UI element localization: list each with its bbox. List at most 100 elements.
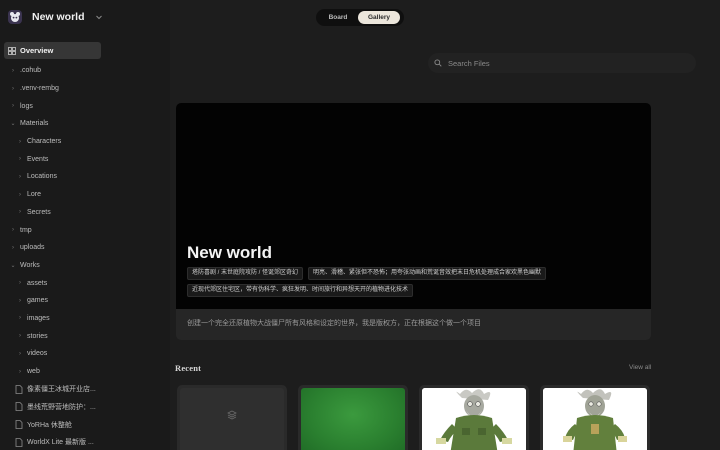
project-tag: 塔防喜剧 / 末世庭院攻防 / 怪诞郊区奇幻 [187, 267, 304, 280]
overview-icon [8, 46, 16, 55]
chevron-right-icon[interactable]: › [9, 68, 17, 74]
chevron-right-icon[interactable]: › [9, 245, 17, 251]
sidebar-item-label: Works [20, 261, 40, 269]
sidebar-item-label: Characters [27, 138, 62, 146]
sidebar-folder-item[interactable]: › uploads [0, 239, 170, 257]
card-thumbnail [301, 388, 405, 450]
sidebar-item-label: Overview [20, 46, 54, 55]
chevron-right-icon[interactable]: › [16, 156, 24, 162]
sidebar-folder-item[interactable]: ⌄ Materials [0, 115, 170, 133]
sidebar-item-label: Locations [27, 173, 57, 181]
sidebar-file-item[interactable]: 像素僵王冰城开业店... [0, 380, 170, 398]
stack-icon [227, 410, 237, 419]
sidebar-folder-item[interactable]: › Locations [0, 168, 170, 186]
workspace-switcher[interactable]: New world [8, 8, 103, 26]
sidebar-item-label: games [27, 297, 49, 305]
sidebar-item-label: assets [27, 279, 48, 287]
sidebar-item-label: stories [27, 332, 48, 340]
chevron-down-icon[interactable]: ⌄ [9, 262, 17, 269]
sidebar-item-label: 墨线荒野营地防护：... [27, 403, 96, 411]
document-icon [15, 384, 23, 394]
sidebar-folder-item[interactable]: › tmp [0, 221, 170, 239]
sidebar-item-label: uploads [20, 244, 45, 252]
sidebar-item-label: Materials [20, 120, 49, 128]
card-thumbnail [180, 388, 284, 450]
sidebar-item-overview[interactable]: Overview [4, 42, 101, 59]
project-tags: 塔防喜剧 / 末世庭院攻防 / 怪诞郊区奇幻 明亮、滑稽、紧张但不恐怖；用夸张动… [187, 267, 637, 297]
sidebar-folder-item[interactable]: › Events [0, 150, 170, 168]
sidebar-folder-item[interactable]: › .venv-rembg [0, 80, 170, 98]
sidebar-file-item[interactable]: 墨线荒野营地防护：... [0, 398, 170, 416]
search-bar[interactable] [428, 53, 696, 73]
card-thumbnail [543, 388, 647, 450]
view-toggle: Board Gallery [316, 9, 404, 26]
document-icon [15, 402, 23, 412]
sidebar-folder-item[interactable]: › web [0, 363, 170, 381]
chevron-right-icon[interactable]: › [9, 227, 17, 233]
chevron-down-icon[interactable] [95, 13, 103, 21]
sidebar-folder-item[interactable]: › images [0, 310, 170, 328]
project-tag: 近现代郊区住宅区，带有伪科学、疯狂发明、时间旅行和异想天开的植物进化技术 [187, 284, 414, 297]
chevron-right-icon[interactable]: › [16, 139, 24, 145]
sidebar-folder-item[interactable]: › stories [0, 327, 170, 345]
sidebar-folder-item[interactable]: › .cohub [0, 62, 170, 80]
sidebar-item-label: YoRHa 休整舱 [27, 421, 72, 429]
chevron-right-icon[interactable]: › [9, 86, 17, 92]
card-thumbnail [422, 388, 526, 450]
sidebar-item-label: .venv-rembg [20, 85, 59, 93]
chevron-right-icon[interactable]: › [16, 333, 24, 339]
recent-card[interactable] [298, 385, 408, 450]
sidebar-folder-item[interactable]: › videos [0, 345, 170, 363]
file-tree: › .cohub › .venv-rembg › logs ⌄ Materials › Chara… [0, 62, 170, 450]
recent-heading: Recent [175, 363, 202, 373]
sidebar-file-item[interactable]: WorldX Lite 最新版 ... [0, 433, 170, 450]
sidebar-folder-item[interactable]: › games [0, 292, 170, 310]
sidebar-item-label: .cohub [20, 67, 42, 75]
sidebar-item-label: tmp [20, 226, 32, 234]
sidebar-item-label: Secrets [27, 208, 51, 216]
sidebar-folder-item[interactable]: ⌄ Works [0, 257, 170, 275]
chevron-right-icon[interactable]: › [9, 103, 17, 109]
recent-card[interactable] [540, 385, 650, 450]
chevron-right-icon[interactable]: › [16, 174, 24, 180]
view-all-link[interactable]: View all [629, 364, 651, 371]
sidebar-file-item[interactable]: YoRHa 休整舱 [0, 416, 170, 434]
document-icon [15, 420, 23, 429]
chevron-down-icon[interactable]: ⌄ [9, 120, 17, 127]
chevron-right-icon[interactable]: › [16, 351, 24, 357]
sidebar-item-label: images [27, 314, 50, 322]
workspace-name: New world [32, 11, 85, 23]
sidebar: New world Overview › .cohub › .venv-rembg › l… [0, 0, 170, 450]
zombie-character-image [543, 388, 647, 450]
sidebar-item-label: logs [20, 102, 33, 110]
sidebar-folder-item[interactable]: › Lore [0, 186, 170, 204]
project-hero-card[interactable]: New world 塔防喜剧 / 末世庭院攻防 / 怪诞郊区奇幻 明亮、滑稽、紧… [176, 103, 651, 340]
sidebar-folder-item[interactable]: › Secrets [0, 204, 170, 222]
tab-gallery[interactable]: Gallery [358, 11, 400, 24]
chevron-right-icon[interactable]: › [16, 315, 24, 321]
sidebar-folder-item[interactable]: › assets [0, 274, 170, 292]
sidebar-item-label: web [27, 368, 40, 376]
chevron-right-icon[interactable]: › [16, 369, 24, 375]
project-tag: 明亮、滑稽、紧张但不恐怖；用夸张动画和荒诞音效把末日危机处理成合家欢黑色幽默 [308, 267, 547, 280]
recent-card[interactable] [419, 385, 529, 450]
workspace-logo [8, 10, 22, 24]
sidebar-item-label: Events [27, 155, 49, 163]
sidebar-folder-item[interactable]: › logs [0, 97, 170, 115]
search-input[interactable] [448, 58, 648, 68]
recent-card[interactable] [177, 385, 287, 450]
sidebar-folder-item[interactable]: › Characters [0, 133, 170, 151]
project-description: 创建一个完全还原植物大战僵尸所有风格和设定的世界，我是版权方，正在根据这个做一个… [187, 320, 481, 327]
tab-board[interactable]: Board [318, 11, 358, 24]
document-icon [15, 437, 23, 447]
chevron-right-icon[interactable]: › [16, 192, 24, 198]
chevron-right-icon[interactable]: › [16, 298, 24, 304]
sidebar-item-label: Lore [27, 191, 42, 199]
zombie-character-image [422, 388, 526, 450]
chevron-right-icon[interactable]: › [16, 209, 24, 215]
chevron-right-icon[interactable]: › [16, 280, 24, 286]
search-icon [434, 59, 442, 67]
project-title: New world [187, 243, 273, 262]
sidebar-item-label: 像素僵王冰城开业店... [27, 386, 96, 394]
sidebar-item-label: videos [27, 350, 48, 358]
